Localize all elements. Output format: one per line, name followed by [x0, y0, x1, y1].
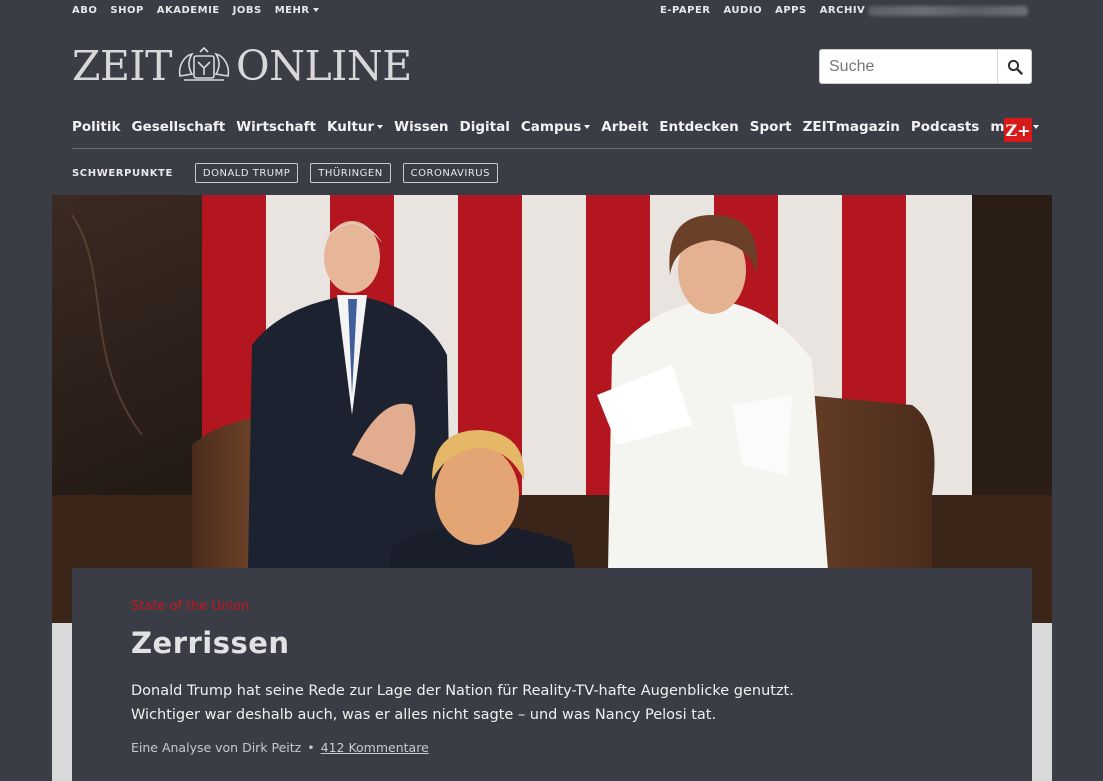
utility-nav-left: ABO SHOP AKADEMIE JOBS MEHR	[72, 5, 319, 16]
article-summary: Donald Trump hat seine Rede zur Lage der…	[131, 683, 794, 723]
nav-item-entdecken[interactable]: Entdecken	[659, 119, 739, 149]
utility-link-akademie[interactable]: AKADEMIE	[157, 5, 220, 16]
account-menu-blurred[interactable]	[868, 6, 1028, 16]
logo-word-right: ONLINE	[235, 41, 412, 90]
nav-item-podcasts[interactable]: Podcasts	[911, 119, 979, 149]
nav-item-wirtschaft[interactable]: Wirtschaft	[236, 119, 316, 149]
search-input[interactable]	[820, 50, 998, 83]
article-byline: Eine Analyse von Dirk Peitz • 412 Kommenta…	[131, 740, 429, 755]
nav-item-digital[interactable]: Digital	[460, 119, 510, 149]
utility-link-jobs[interactable]: JOBS	[233, 5, 262, 16]
utility-menu-mehr[interactable]: MEHR	[275, 5, 319, 16]
nav-item-kultur[interactable]: Kultur	[326, 119, 384, 149]
topic-pill-thueringen[interactable]: THÜRINGEN	[310, 163, 391, 183]
topic-pill-coronavirus[interactable]: CORONAVIRUS	[402, 163, 498, 183]
page-margin-left	[0, 195, 52, 781]
nav-item-zeitmagazin[interactable]: ZEITmagazin	[803, 119, 900, 149]
chevron-down-icon	[584, 125, 591, 129]
zplus-badge[interactable]: Z+	[1004, 118, 1032, 142]
byline-separator: •	[307, 740, 315, 755]
utility-mehr-label: MEHR	[274, 5, 310, 16]
topics-label: SCHWERPUNKTE	[72, 167, 173, 179]
hero-photo-illustration	[52, 195, 1052, 623]
nav-item-politik[interactable]: Politik	[72, 119, 120, 149]
utility-link-apps[interactable]: APPS	[775, 5, 807, 16]
page-margin-right	[1052, 195, 1103, 781]
article-kicker: State of the Union	[131, 599, 250, 614]
utility-link-audio[interactable]: AUDIO	[724, 5, 763, 16]
main-navigation: Politik Gesellschaft Wirtschaft Kultur W…	[72, 119, 1039, 149]
nav-divider	[72, 148, 1032, 149]
hero-image[interactable]	[52, 195, 1052, 623]
topic-pill-trump[interactable]: DONALD TRUMP	[194, 163, 299, 183]
nav-item-campus-label: Campus	[520, 119, 582, 135]
search-button[interactable]	[998, 50, 1031, 83]
nav-item-arbeit[interactable]: Arbeit	[601, 119, 648, 149]
chevron-down-icon	[1032, 125, 1039, 129]
utility-link-abo[interactable]: ABO	[72, 5, 97, 16]
utility-link-archiv[interactable]: ARCHIV	[820, 5, 866, 16]
nav-item-sport[interactable]: Sport	[750, 119, 792, 149]
utility-link-shop[interactable]: SHOP	[110, 5, 143, 16]
search-box	[819, 49, 1032, 84]
chevron-down-icon	[377, 125, 384, 129]
byline-author: Eine Analyse von Dirk Peitz	[131, 740, 302, 755]
comments-link[interactable]: 412 Kommentare	[321, 740, 429, 755]
nav-item-gesellschaft[interactable]: Gesellschaft	[131, 119, 225, 149]
chevron-down-icon	[312, 8, 319, 12]
eagle-emblem-icon	[178, 46, 230, 81]
nav-item-campus[interactable]: Campus	[520, 119, 591, 149]
article-teaser[interactable]: State of the Union Zerrissen Donald Trum…	[72, 568, 1032, 781]
topics-bar: SCHWERPUNKTE DONALD TRUMP THÜRINGEN CORO…	[72, 162, 498, 184]
logo-word-left: ZEIT	[72, 41, 172, 90]
utility-nav-right: E-PAPER AUDIO APPS ARCHIV	[660, 5, 865, 16]
site-logo[interactable]: ZEIT ONLINE	[72, 44, 412, 88]
nav-item-wissen[interactable]: Wissen	[394, 119, 448, 149]
article-headline[interactable]: Zerrissen	[131, 626, 290, 660]
utility-link-epaper[interactable]: E-PAPER	[660, 5, 711, 16]
nav-item-kultur-label: Kultur	[326, 119, 375, 135]
search-icon	[1007, 59, 1023, 75]
